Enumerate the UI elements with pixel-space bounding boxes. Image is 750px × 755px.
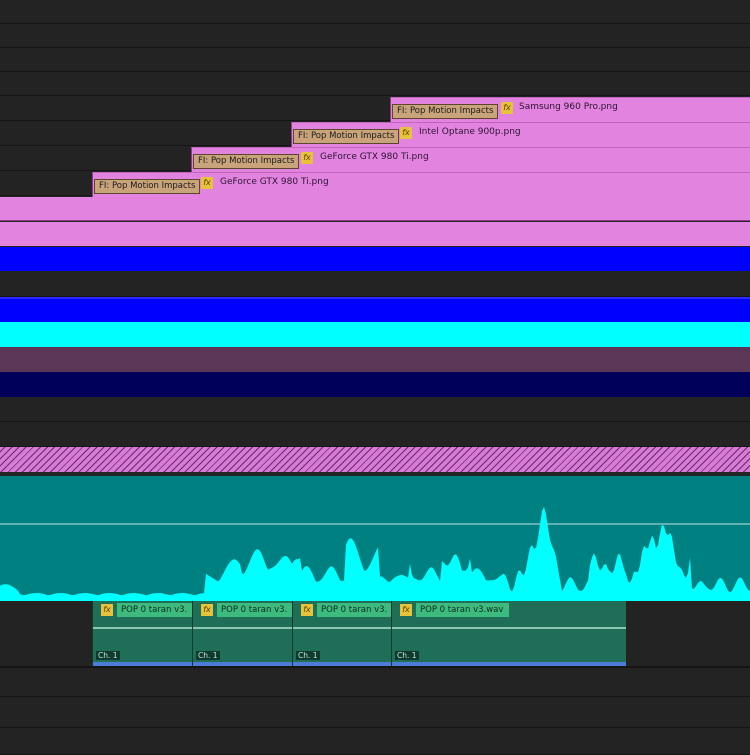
empty-track[interactable] [0,667,750,697]
fx-icon[interactable]: fx [400,604,412,616]
blue-color-clip[interactable] [0,247,750,271]
audio-clip[interactable]: fx POP 0 taran v3. Ch. 1 [192,601,294,666]
effect-badge: FI: Pop Motion Impacts [193,154,300,169]
waveform-path [0,506,750,601]
video-clip[interactable]: FI: Pop Motion Impacts fx GeForce GTX 98… [191,147,750,172]
effect-badge: FI: Pop Motion Impacts [94,179,201,194]
audio-clip-name: POP 0 taran v3.wav [416,603,510,617]
channel-label: Ch. 1 [395,651,419,660]
empty-track[interactable] [0,728,750,755]
blue-color-clip[interactable] [0,297,750,322]
audio-clip-bar [392,662,626,666]
fx-icon[interactable]: fx [301,152,313,164]
clip-name: Intel Optane 900p.png [419,127,521,137]
fx-icon[interactable]: fx [301,604,313,616]
audio-waveform [0,506,750,601]
empty-track[interactable] [0,271,750,297]
empty-track[interactable] [0,0,750,24]
video-clip[interactable]: FI: Pop Motion Impacts fx GeForce GTX 98… [92,172,750,197]
pink-color-clip[interactable] [0,222,750,246]
audio-clip-name: POP 0 taran v3. [317,603,394,617]
channel-label: Ch. 1 [96,651,120,660]
audio-clip-bar [93,662,192,666]
waveform-shape [0,506,750,601]
audio-clip[interactable]: fx POP 0 taran v3. Ch. 1 [92,601,194,666]
empty-track[interactable] [0,397,750,422]
audio-waveform-track[interactable] [0,476,750,601]
clip-name: Samsung 960 Pro.png [519,102,618,112]
video-clip[interactable]: FI: Pop Motion Impacts fx Samsung 960 Pr… [390,97,750,122]
clip-name: GeForce GTX 980 Ti.png [220,177,329,187]
empty-track[interactable] [0,422,750,447]
channel-label: Ch. 1 [296,651,320,660]
fx-icon[interactable]: fx [101,604,113,616]
pink-color-clip[interactable] [0,197,750,221]
empty-track[interactable] [0,72,750,96]
audio-clip-name: POP 0 taran v3. [117,603,194,617]
empty-track[interactable] [0,697,750,728]
cyan-color-clip[interactable] [0,322,750,347]
video-clip[interactable]: FI: Pop Motion Impacts fx Intel Optane 9… [291,122,750,147]
fx-icon[interactable]: fx [201,604,213,616]
offline-clip[interactable] [0,447,750,472]
audio-clip-bar [293,662,391,666]
purple-color-clip[interactable] [0,347,750,372]
empty-track[interactable] [0,24,750,48]
effect-badge: FI: Pop Motion Impacts [293,129,400,144]
fx-icon[interactable]: fx [501,102,513,114]
fx-icon[interactable]: fx [400,127,412,139]
effect-badge: FI: Pop Motion Impacts [392,104,499,119]
audio-clip[interactable]: fx POP 0 taran v3.wav Ch. 1 [391,601,626,666]
fx-icon[interactable]: fx [201,177,213,189]
empty-track[interactable] [0,48,750,72]
clip-name: GeForce GTX 980 Ti.png [320,152,429,162]
audio-clip[interactable]: fx POP 0 taran v3. Ch. 1 [292,601,394,666]
audio-clip-name: POP 0 taran v3. [217,603,294,617]
channel-label: Ch. 1 [196,651,220,660]
audio-clip-bar [193,662,292,666]
navy-color-clip[interactable] [0,372,750,397]
